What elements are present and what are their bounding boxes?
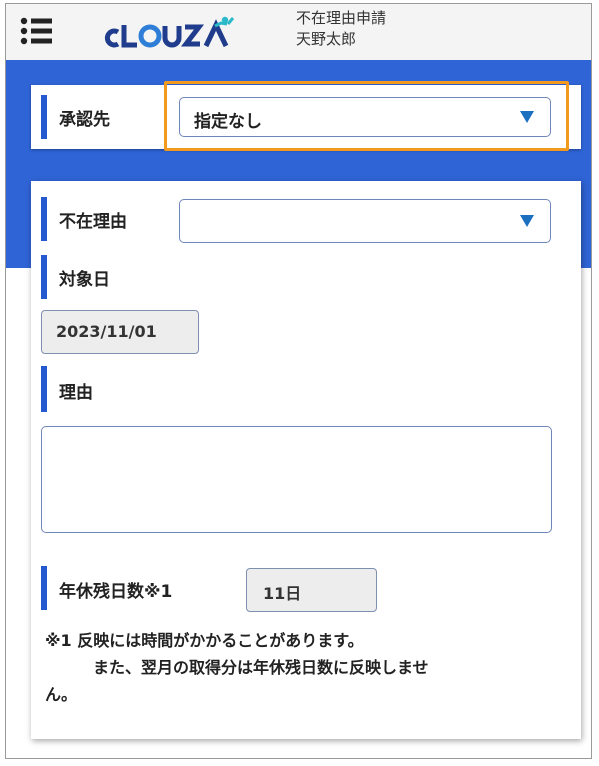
dropdown-arrow-icon — [520, 110, 534, 124]
label-bar — [41, 95, 47, 139]
app-frame: 不在理由申請 天野太郎 承認先 指定なし 不在理由 対象日 2023/11/01… — [5, 3, 592, 759]
note-line-2: また、翌月の取得分は年休残日数に反映しませ — [93, 658, 429, 677]
dropdown-arrow-icon — [520, 214, 534, 228]
absence-form-card: 不在理由 対象日 2023/11/01 理由 年休残日数※1 11日 ※1 反映… — [31, 181, 581, 739]
label-bar — [41, 366, 47, 412]
approver-selected-value: 指定なし — [194, 112, 262, 132]
label-bar — [41, 197, 47, 241]
absence-reason-select[interactable] — [179, 199, 551, 243]
approver-select[interactable]: 指定なし — [179, 97, 551, 137]
note-line-1: ※1 反映には時間がかかることがあります。 — [45, 631, 364, 650]
user-name: 天野太郎 — [296, 30, 357, 48]
menu-icon[interactable] — [18, 12, 56, 50]
leave-balance-label: 年休残日数※1 — [59, 582, 173, 602]
app-header: 不在理由申請 天野太郎 — [6, 4, 591, 60]
target-date-label: 対象日 — [59, 270, 110, 290]
note-line-3: ん。 — [45, 685, 78, 704]
approver-label: 承認先 — [59, 110, 110, 130]
clouza-logo — [99, 12, 249, 54]
label-bar — [41, 566, 47, 610]
leave-balance-field: 11日 — [246, 568, 377, 612]
page-title: 不在理由申請 — [296, 9, 387, 27]
absence-reason-label: 不在理由 — [59, 212, 127, 232]
reason-label: 理由 — [59, 383, 93, 403]
target-date-field: 2023/11/01 — [41, 310, 199, 354]
approver-card: 承認先 指定なし — [31, 85, 581, 149]
reason-textarea[interactable] — [41, 426, 552, 533]
header-title-block: 不在理由申請 天野太郎 — [296, 8, 386, 50]
label-bar — [41, 255, 47, 299]
